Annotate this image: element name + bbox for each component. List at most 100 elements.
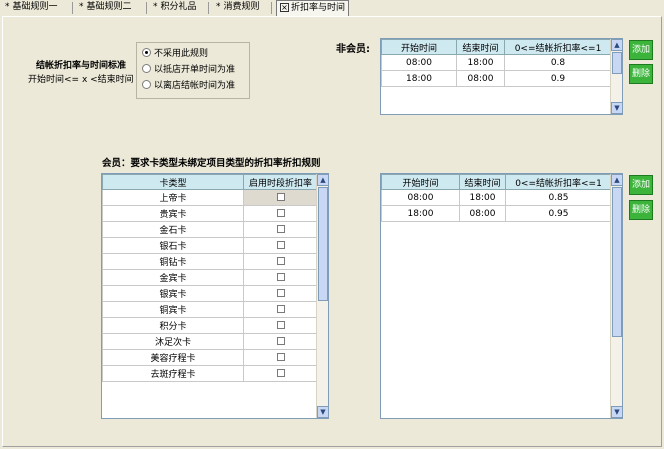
cell-card-type[interactable]: 银宾卡 xyxy=(102,285,244,302)
table-row[interactable]: 美容疗程卡 xyxy=(102,349,318,366)
table-row[interactable]: 上帝卡 xyxy=(102,189,318,206)
table-row[interactable]: 铜钻卡 xyxy=(102,253,318,270)
cell-rate[interactable]: 0.9 xyxy=(504,70,612,87)
table-row[interactable]: 08:00 18:00 0.85 xyxy=(381,189,612,206)
cell-start[interactable]: 18:00 xyxy=(381,205,460,222)
cell-enable[interactable] xyxy=(243,269,318,286)
column-header-end[interactable]: 结束时间 xyxy=(456,39,505,55)
cell-enable[interactable] xyxy=(243,333,318,350)
tab-basic-rules-1[interactable]: * 基础规则一 xyxy=(2,0,61,15)
table-row[interactable]: 18:00 08:00 0.95 xyxy=(381,205,612,222)
radio-option-checkout-time[interactable]: 以离店结帐时间为准 xyxy=(142,79,235,93)
scroll-up-icon[interactable]: ▲ xyxy=(611,174,623,186)
cell-card-type[interactable]: 上帝卡 xyxy=(102,189,244,206)
cell-end[interactable]: 08:00 xyxy=(459,205,506,222)
tab-discount-time[interactable]: × 折扣率与时间 xyxy=(276,0,350,16)
table-row[interactable]: 沐足次卡 xyxy=(102,333,318,350)
cell-enable[interactable] xyxy=(243,189,318,206)
radio-option-open-time[interactable]: 以抵店开单时间为准 xyxy=(142,63,235,77)
nonmember-scrollbar[interactable]: ▲ ▼ xyxy=(610,39,623,114)
column-header-start[interactable]: 开始时间 xyxy=(381,39,457,55)
tab-consumption-rules[interactable]: * 消费规则 xyxy=(213,0,263,15)
cell-card-type[interactable]: 贵宾卡 xyxy=(102,205,244,222)
cell-card-type[interactable]: 铜钻卡 xyxy=(102,253,244,270)
column-header-enable-rate[interactable]: 启用时段折扣率 xyxy=(243,174,318,190)
member-rate-scrollbar[interactable]: ▲ ▼ xyxy=(610,174,623,418)
checkbox[interactable] xyxy=(276,241,285,249)
table-row[interactable]: 银石卡 xyxy=(102,237,318,254)
cell-enable[interactable] xyxy=(243,221,318,238)
scroll-thumb[interactable] xyxy=(318,187,328,301)
table-row[interactable]: 08:00 18:00 0.8 xyxy=(381,54,612,71)
scroll-thumb[interactable] xyxy=(612,52,622,74)
checkbox[interactable] xyxy=(276,305,285,313)
cell-end[interactable]: 18:00 xyxy=(459,189,506,206)
cell-rate[interactable]: 0.95 xyxy=(505,205,612,222)
radio-selected-icon[interactable] xyxy=(142,48,151,57)
cell-enable[interactable] xyxy=(243,237,318,254)
table-row[interactable]: 银宾卡 xyxy=(102,285,318,302)
cell-enable[interactable] xyxy=(243,205,318,222)
cell-enable[interactable] xyxy=(243,349,318,366)
cell-card-type[interactable]: 金石卡 xyxy=(102,221,244,238)
cell-card-type[interactable]: 去斑疗程卡 xyxy=(102,365,244,382)
cell-rate[interactable]: 0.8 xyxy=(504,54,612,71)
checkbox[interactable] xyxy=(276,337,285,345)
card-type-grid[interactable]: 卡类型 启用时段折扣率 上帝卡 贵宾卡 金石卡 银石卡 铜钻卡 金宾卡 银宾卡 … xyxy=(101,173,329,419)
table-row[interactable]: 去斑疗程卡 xyxy=(102,365,318,382)
cell-enable[interactable] xyxy=(243,301,318,318)
table-row[interactable]: 铜宾卡 xyxy=(102,301,318,318)
column-header-rate[interactable]: 0<=结帐折扣率<=1 xyxy=(504,39,612,55)
scroll-down-icon[interactable]: ▼ xyxy=(611,406,623,418)
scroll-down-icon[interactable]: ▼ xyxy=(611,102,623,114)
table-row[interactable]: 贵宾卡 xyxy=(102,205,318,222)
column-header-rate[interactable]: 0<=结帐折扣率<=1 xyxy=(505,174,612,190)
cell-end[interactable]: 18:00 xyxy=(456,54,505,71)
checkbox[interactable] xyxy=(276,321,285,329)
radio-icon[interactable] xyxy=(142,64,151,73)
cell-enable[interactable] xyxy=(243,253,318,270)
cell-card-type[interactable]: 积分卡 xyxy=(102,317,244,334)
column-header-card-type[interactable]: 卡类型 xyxy=(102,174,244,190)
cell-rate[interactable]: 0.85 xyxy=(505,189,612,206)
checkbox[interactable] xyxy=(276,289,285,297)
table-row[interactable]: 积分卡 xyxy=(102,317,318,334)
checkbox[interactable] xyxy=(276,193,285,201)
tab-points-gifts[interactable]: * 积分礼品 xyxy=(150,0,200,15)
checkbox[interactable] xyxy=(276,273,285,281)
scroll-up-icon[interactable]: ▲ xyxy=(317,174,329,186)
cell-enable[interactable] xyxy=(243,365,318,382)
table-row[interactable]: 18:00 08:00 0.9 xyxy=(381,70,612,87)
cell-enable[interactable] xyxy=(243,285,318,302)
nonmember-delete-button[interactable]: 删除 xyxy=(629,64,653,84)
checkbox[interactable] xyxy=(276,209,285,217)
checkbox[interactable] xyxy=(276,257,285,265)
cell-end[interactable]: 08:00 xyxy=(456,70,505,87)
scroll-thumb[interactable] xyxy=(612,187,622,337)
table-row[interactable]: 金宾卡 xyxy=(102,269,318,286)
cell-enable[interactable] xyxy=(243,317,318,334)
checkbox[interactable] xyxy=(276,353,285,361)
cell-card-type[interactable]: 金宾卡 xyxy=(102,269,244,286)
table-row[interactable]: 金石卡 xyxy=(102,221,318,238)
scroll-up-icon[interactable]: ▲ xyxy=(611,39,623,51)
tab-basic-rules-2[interactable]: * 基础规则二 xyxy=(76,0,135,15)
cell-card-type[interactable]: 银石卡 xyxy=(102,237,244,254)
cell-card-type[interactable]: 美容疗程卡 xyxy=(102,349,244,366)
cell-start[interactable]: 08:00 xyxy=(381,189,460,206)
checkbox[interactable] xyxy=(276,225,285,233)
cell-start[interactable]: 18:00 xyxy=(381,70,457,87)
radio-option-no-rule[interactable]: 不采用此规则 xyxy=(142,47,208,61)
cell-card-type[interactable]: 沐足次卡 xyxy=(102,333,244,350)
checkbox[interactable] xyxy=(276,369,285,377)
column-header-end[interactable]: 结束时间 xyxy=(459,174,506,190)
scroll-down-icon[interactable]: ▼ xyxy=(317,406,329,418)
card-type-scrollbar[interactable]: ▲ ▼ xyxy=(316,174,329,418)
member-delete-button[interactable]: 删除 xyxy=(629,200,653,220)
member-add-button[interactable]: 添加 xyxy=(629,175,653,195)
cell-card-type[interactable]: 铜宾卡 xyxy=(102,301,244,318)
member-rate-grid[interactable]: 开始时间 结束时间 0<=结帐折扣率<=1 08:00 18:00 0.85 1… xyxy=(380,173,623,419)
cell-start[interactable]: 08:00 xyxy=(381,54,457,71)
column-header-start[interactable]: 开始时间 xyxy=(381,174,460,190)
nonmember-add-button[interactable]: 添加 xyxy=(629,40,653,60)
